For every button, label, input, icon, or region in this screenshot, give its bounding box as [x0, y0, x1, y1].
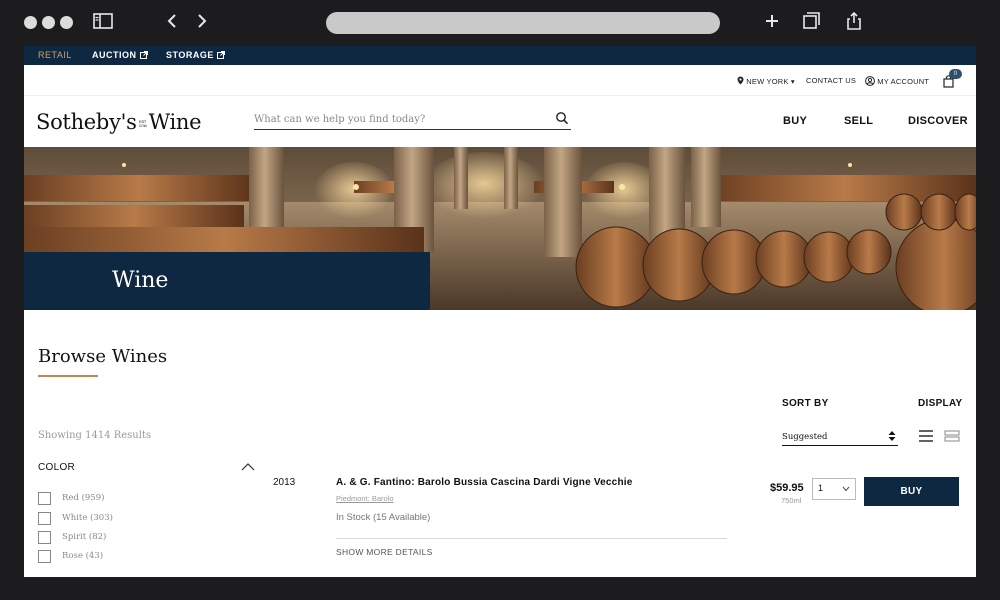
- nav-buy[interactable]: BUY: [783, 115, 807, 127]
- quantity-value: 1: [818, 483, 824, 493]
- product-vintage: 2013: [273, 477, 296, 488]
- nav-sell[interactable]: SELL: [844, 115, 873, 127]
- logo-sothebys: Sotheby's: [36, 110, 137, 134]
- filter-color-heading[interactable]: COLOR: [38, 462, 75, 473]
- stock-status: In Stock (15 Available): [336, 512, 431, 523]
- product-region-link[interactable]: Piedmont: Barolo: [336, 494, 394, 503]
- hero-title-panel: Wine: [24, 252, 430, 310]
- location-selector[interactable]: NEW YORK ▾: [737, 76, 795, 86]
- quantity-select[interactable]: 1: [812, 478, 856, 500]
- location-pin-icon: [737, 76, 744, 85]
- hero-title: Wine: [112, 268, 169, 293]
- tabs-overview-icon[interactable]: [803, 12, 821, 35]
- nav-auction-label: AUCTION: [92, 50, 137, 60]
- window-zoom-dot[interactable]: [60, 16, 73, 29]
- back-icon[interactable]: [166, 12, 178, 34]
- show-more-details-link[interactable]: SHOW MORE DETAILS: [336, 547, 433, 557]
- divider: [336, 538, 727, 539]
- nav-discover[interactable]: DISCOVER: [908, 115, 968, 127]
- chevron-down-icon: ▾: [790, 77, 795, 86]
- share-icon[interactable]: [846, 11, 862, 35]
- site-header: Sotheby's EST 1744 Wine What can we help yo…: [24, 96, 976, 147]
- sort-arrows-icon: [888, 431, 896, 441]
- checkbox[interactable]: [38, 531, 51, 544]
- logo-est: EST 1744: [138, 119, 148, 128]
- sort-by-label: SORT BY: [782, 398, 829, 409]
- web-page: RETAIL AUCTION STORAGE NEW YORK ▾ CONTAC…: [24, 46, 976, 577]
- external-link-icon: [139, 51, 148, 59]
- nav-retail[interactable]: RETAIL: [38, 50, 72, 60]
- utility-bar: NEW YORK ▾ CONTACT US MY ACCOUNT 0: [24, 65, 976, 96]
- title-underline: [38, 375, 98, 377]
- user-icon: [865, 76, 875, 86]
- window-minimize-dot[interactable]: [42, 16, 55, 29]
- product-name-link[interactable]: A. & G. Fantino: Barolo Bussia Cascina D…: [336, 477, 633, 488]
- checkbox[interactable]: [38, 550, 51, 563]
- sort-select[interactable]: Suggested: [782, 429, 898, 446]
- search-field[interactable]: What can we help you find today?: [254, 112, 571, 130]
- product-volume: 750ml: [781, 496, 802, 505]
- sothebys-wine-logo[interactable]: Sotheby's EST 1744 Wine: [36, 110, 202, 134]
- browser-toolbar: [0, 0, 1000, 46]
- product-price: $59.95: [770, 482, 804, 494]
- filter-label: White (303): [62, 513, 113, 523]
- checkbox[interactable]: [38, 512, 51, 525]
- search-icon[interactable]: [555, 111, 569, 127]
- results-count: Showing 1414 Results: [38, 430, 152, 441]
- account-label: MY ACCOUNT: [877, 77, 930, 86]
- external-link-icon: [216, 51, 225, 59]
- display-label: DISPLAY: [918, 398, 963, 409]
- forward-icon[interactable]: [196, 12, 208, 34]
- list-view-icon[interactable]: [918, 429, 934, 443]
- address-bar[interactable]: [326, 12, 720, 34]
- logo-wine: Wine: [148, 110, 202, 134]
- cart-count-badge: 0: [949, 69, 962, 79]
- sort-value: Suggested: [782, 432, 828, 442]
- filter-label: Red (959): [62, 493, 105, 503]
- nav-storage-label: STORAGE: [166, 50, 214, 60]
- chevron-up-icon[interactable]: [241, 462, 255, 472]
- filter-label: Spirit (82): [62, 532, 107, 542]
- logo-year-text: 1744: [138, 122, 147, 128]
- page-title: Browse Wines: [38, 346, 168, 367]
- top-nav-bar: RETAIL AUCTION STORAGE: [24, 46, 976, 65]
- location-label: NEW YORK: [746, 77, 789, 86]
- account-link[interactable]: MY ACCOUNT: [865, 76, 929, 86]
- new-tab-icon[interactable]: [764, 12, 780, 34]
- hero-banner: Wine: [24, 147, 976, 310]
- window-close-dot[interactable]: [24, 16, 37, 29]
- contact-link[interactable]: CONTACT US: [806, 76, 856, 85]
- cart-button[interactable]: 0: [943, 69, 962, 90]
- chevron-down-icon: [842, 486, 850, 492]
- sidebar-toggle-icon[interactable]: [93, 12, 113, 34]
- window-bottom-frame: [0, 577, 1000, 600]
- nav-storage[interactable]: STORAGE: [166, 50, 225, 60]
- search-placeholder: What can we help you find today?: [254, 114, 426, 125]
- grid-view-icon[interactable]: [944, 429, 960, 443]
- filter-label: Rose (43): [62, 551, 104, 561]
- buy-button[interactable]: BUY: [864, 477, 959, 506]
- nav-auction[interactable]: AUCTION: [92, 50, 148, 60]
- checkbox[interactable]: [38, 492, 51, 505]
